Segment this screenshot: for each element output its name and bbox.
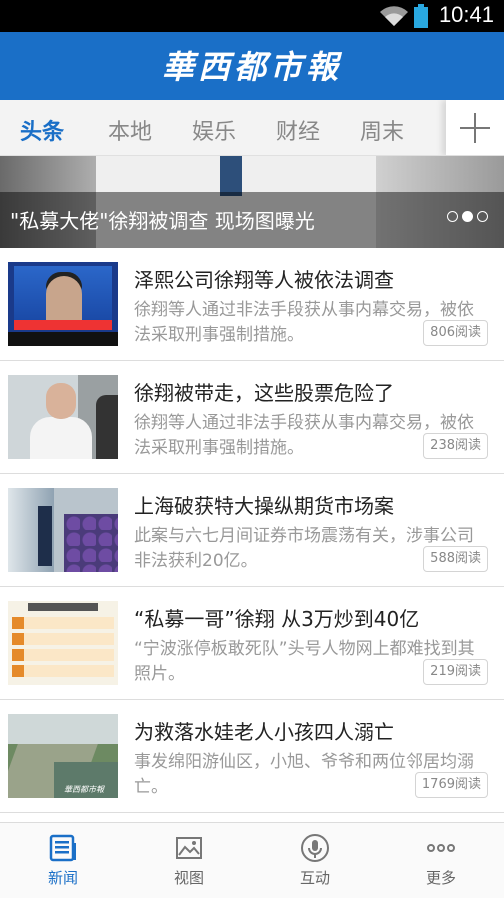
tab-weekend[interactable]: 周末 [360, 114, 404, 146]
news-title: 徐翔被带走，这些股票危险了 [134, 381, 394, 405]
banner-image-detail [220, 156, 242, 196]
read-count-badge: 1769阅读 [414, 772, 488, 798]
microphone-icon [301, 834, 329, 862]
read-count-badge: 238阅读 [423, 433, 488, 459]
wifi-icon [380, 6, 408, 27]
news-thumbnail [8, 375, 118, 459]
news-item[interactable]: “私募一哥”徐翔 从3万炒到40亿 “宁波涨停板敢死队”头号人物网上都难找到其照… [0, 587, 504, 700]
tab-finance[interactable]: 财经 [276, 114, 320, 146]
nav-more-label: 更多 [425, 869, 456, 887]
bottom-navigation: 新闻 视图 互动 更多 [0, 822, 504, 898]
news-title: 上海破获特大操纵期货市场案 [134, 494, 394, 518]
news-icon [49, 834, 76, 862]
battery-icon [414, 4, 428, 28]
status-bar: 10:41 [0, 0, 504, 32]
nav-news[interactable]: 新闻 [0, 823, 126, 898]
news-item[interactable]: 上海破获特大操纵期货市场案 此案与六七月间证券市场震荡有关，涉事公司非法获利20… [0, 474, 504, 587]
picture-icon [176, 837, 202, 859]
news-title: “私募一哥”徐翔 从3万炒到40亿 [134, 607, 420, 631]
carousel-dot-active [462, 211, 473, 222]
read-count-badge: 588阅读 [423, 546, 488, 572]
category-tabs: 头条 本地 娱乐 财经 周末 [0, 100, 504, 156]
read-count-badge: 806阅读 [423, 320, 488, 346]
clock: 10:41 [438, 2, 494, 27]
thumbnail-watermark: 華西都市報 [64, 785, 104, 794]
nav-news-label: 新闻 [47, 869, 78, 887]
news-thumbnail [8, 262, 118, 346]
nav-interact-label: 互动 [299, 869, 330, 887]
banner-caption: "私募大佬"徐翔被调查 现场图曝光 [10, 209, 315, 233]
carousel-dot [447, 211, 458, 222]
news-thumbnail: 華西都市報 [8, 714, 118, 798]
nav-interact[interactable]: 互动 [252, 823, 378, 898]
read-count-badge: 219阅读 [423, 659, 488, 685]
app-header: 華西都市報 [0, 32, 504, 100]
news-item[interactable]: 徐翔被带走，这些股票危险了 徐翔等人通过非法手段获从事内幕交易，被依法采取刑事强… [0, 361, 504, 474]
carousel-indicator [443, 207, 488, 226]
news-title: 泽熙公司徐翔等人被依法调查 [134, 268, 394, 292]
add-tab-button[interactable] [446, 100, 504, 155]
news-list: 泽熙公司徐翔等人被依法调查 徐翔等人通过非法手段获从事内幕交易，被依法采取刑事强… [0, 248, 504, 813]
nav-more[interactable]: 更多 [378, 823, 504, 898]
news-title: 为救落水娃老人小孩四人溺亡 [134, 720, 394, 744]
featured-banner[interactable]: "私募大佬"徐翔被调查 现场图曝光 [0, 156, 504, 248]
news-thumbnail [8, 488, 118, 572]
news-item[interactable]: 泽熙公司徐翔等人被依法调查 徐翔等人通过非法手段获从事内幕交易，被依法采取刑事强… [0, 248, 504, 361]
more-icon [427, 844, 455, 852]
news-item[interactable]: 華西都市報 为救落水娃老人小孩四人溺亡 事发绵阳游仙区，小旭、爷爷和两位邻居均溺… [0, 700, 504, 813]
carousel-dot [477, 211, 488, 222]
news-thumbnail [8, 601, 118, 685]
app-logo-title: 華西都市報 [161, 48, 342, 86]
nav-pictures[interactable]: 视图 [126, 823, 252, 898]
tab-headlines[interactable]: 头条 [20, 114, 64, 146]
nav-pictures-label: 视图 [173, 869, 204, 887]
tab-local[interactable]: 本地 [108, 114, 152, 146]
tab-entertainment[interactable]: 娱乐 [192, 114, 236, 146]
